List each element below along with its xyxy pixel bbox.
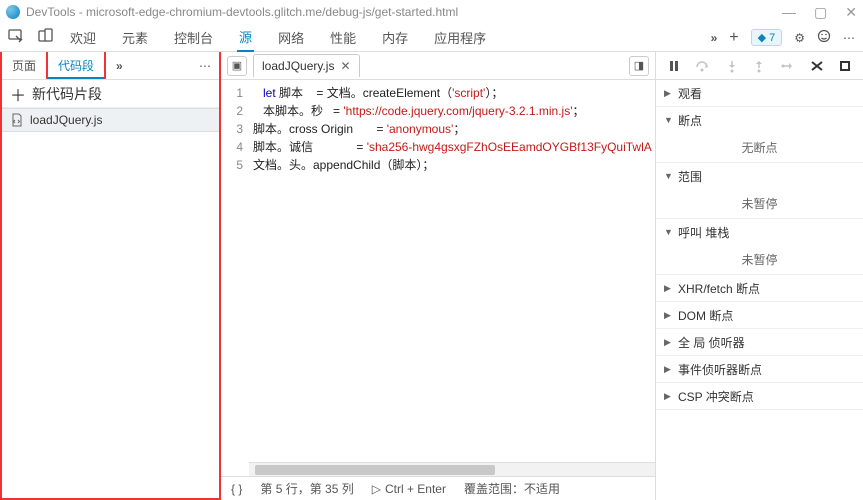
run-snippet-button[interactable]: ▷Ctrl + Enter (372, 482, 446, 496)
app-icon (6, 5, 20, 19)
section-global[interactable]: ▶全 局 侦听器 (656, 329, 863, 355)
snippet-file-name: loadJQuery.js (30, 113, 102, 127)
section-csp[interactable]: ▶CSP 冲突断点 (656, 383, 863, 409)
cursor-position: 第 5 行，第 35 列 (260, 480, 353, 497)
nav-tab-page[interactable]: 页面 (2, 52, 46, 79)
play-icon: ▷ (372, 482, 381, 496)
nav-more-icon[interactable]: » (110, 59, 129, 73)
main-toolbar: 欢迎 元素 控制台 源 网络 性能 内存 应用程序 » + ◆7 ⚙ ⋯ (0, 24, 863, 52)
window-title: DevTools - microsoft-edge-chromium-devto… (26, 5, 458, 19)
tab-performance[interactable]: 性能 (328, 24, 358, 51)
coverage-status: 覆盖范围：不适用 (464, 480, 560, 497)
nav-kebab-icon[interactable]: ⋯ (191, 59, 219, 73)
line-gutter: 12345 (221, 80, 249, 476)
file-nav-icon[interactable]: ▣ (227, 56, 247, 76)
panel-tabs: 欢迎 元素 控制台 源 网络 性能 内存 应用程序 (68, 23, 697, 52)
maximize-icon[interactable]: ▢ (814, 4, 827, 21)
callstack-not-paused: 未暂停 (656, 245, 863, 274)
minimize-icon[interactable]: — (782, 4, 796, 21)
pause-icon[interactable] (667, 59, 681, 73)
section-scope[interactable]: ▼范围 (656, 163, 863, 189)
settings-icon[interactable]: ⚙ (794, 31, 805, 45)
section-xhr[interactable]: ▶XHR/fetch 断点 (656, 275, 863, 301)
titlebar: DevTools - microsoft-edge-chromium-devto… (0, 0, 863, 24)
scope-not-paused: 未暂停 (656, 189, 863, 218)
statusbar: { } 第 5 行，第 35 列 ▷Ctrl + Enter 覆盖范围：不适用 (221, 476, 655, 500)
inspect-icon[interactable] (8, 28, 24, 47)
plus-icon: ＋ (10, 82, 26, 106)
section-dom[interactable]: ▶DOM 断点 (656, 302, 863, 328)
tab-network[interactable]: 网络 (276, 24, 306, 51)
tab-elements[interactable]: 元素 (120, 24, 150, 51)
snippet-file-item[interactable]: loadJQuery.js (2, 108, 219, 132)
code-editor[interactable]: 12345 let 脚本 = 文档。createElement（'script'… (221, 80, 655, 476)
debugger-panel: ▶观看 ▼断点 无断点 ▼范围 未暂停 ▼呼叫 堆栈 未暂停 ▶XHR/fetc… (655, 52, 863, 500)
navigator-panel: 页面 代码段 » ⋯ ＋ 新代码片段 loadJQuery.js (0, 52, 221, 500)
step-over-icon[interactable] (695, 59, 711, 73)
pause-exceptions-icon[interactable] (838, 59, 852, 73)
file-tab[interactable]: loadJQuery.js ✕ (253, 54, 360, 77)
step-icon[interactable] (780, 59, 796, 73)
tab-console[interactable]: 控制台 (172, 24, 215, 51)
new-snippet-button[interactable]: ＋ 新代码片段 (2, 80, 219, 108)
feedback-icon[interactable] (817, 29, 831, 46)
issues-badge[interactable]: ◆7 (751, 29, 783, 46)
tab-application[interactable]: 应用程序 (432, 24, 488, 51)
section-event[interactable]: ▶事件侦听器断点 (656, 356, 863, 382)
braces-icon[interactable]: { } (231, 482, 242, 496)
device-icon[interactable] (38, 28, 54, 47)
kebab-icon[interactable]: ⋯ (843, 31, 855, 45)
horizontal-scrollbar[interactable] (249, 462, 655, 476)
close-tab-icon[interactable]: ✕ (340, 59, 350, 73)
scroll-thumb[interactable] (255, 465, 495, 475)
code-content[interactable]: let 脚本 = 文档。createElement（'script'）； 本脚本… (249, 80, 655, 476)
more-tabs-icon[interactable]: » (711, 31, 718, 45)
tab-sources[interactable]: 源 (237, 23, 254, 52)
section-watch[interactable]: ▶观看 (656, 80, 863, 106)
editor-panel: ▣ loadJQuery.js ✕ ◨ 12345 let 脚本 = 文档。cr… (221, 52, 655, 500)
close-icon[interactable]: ✕ (845, 4, 857, 21)
step-into-icon[interactable] (725, 59, 739, 73)
no-breakpoints-text: 无断点 (656, 133, 863, 162)
deactivate-breakpoints-icon[interactable] (810, 59, 824, 73)
add-tab-icon[interactable]: + (729, 29, 738, 47)
toggle-nav-icon[interactable]: ◨ (629, 56, 649, 76)
nav-tab-snippets[interactable]: 代码段 (46, 52, 106, 79)
tab-welcome[interactable]: 欢迎 (68, 24, 98, 51)
snippet-file-icon (10, 113, 24, 127)
tab-memory[interactable]: 内存 (380, 24, 410, 51)
section-breakpoints[interactable]: ▼断点 (656, 107, 863, 133)
step-out-icon[interactable] (752, 59, 766, 73)
section-callstack[interactable]: ▼呼叫 堆栈 (656, 219, 863, 245)
